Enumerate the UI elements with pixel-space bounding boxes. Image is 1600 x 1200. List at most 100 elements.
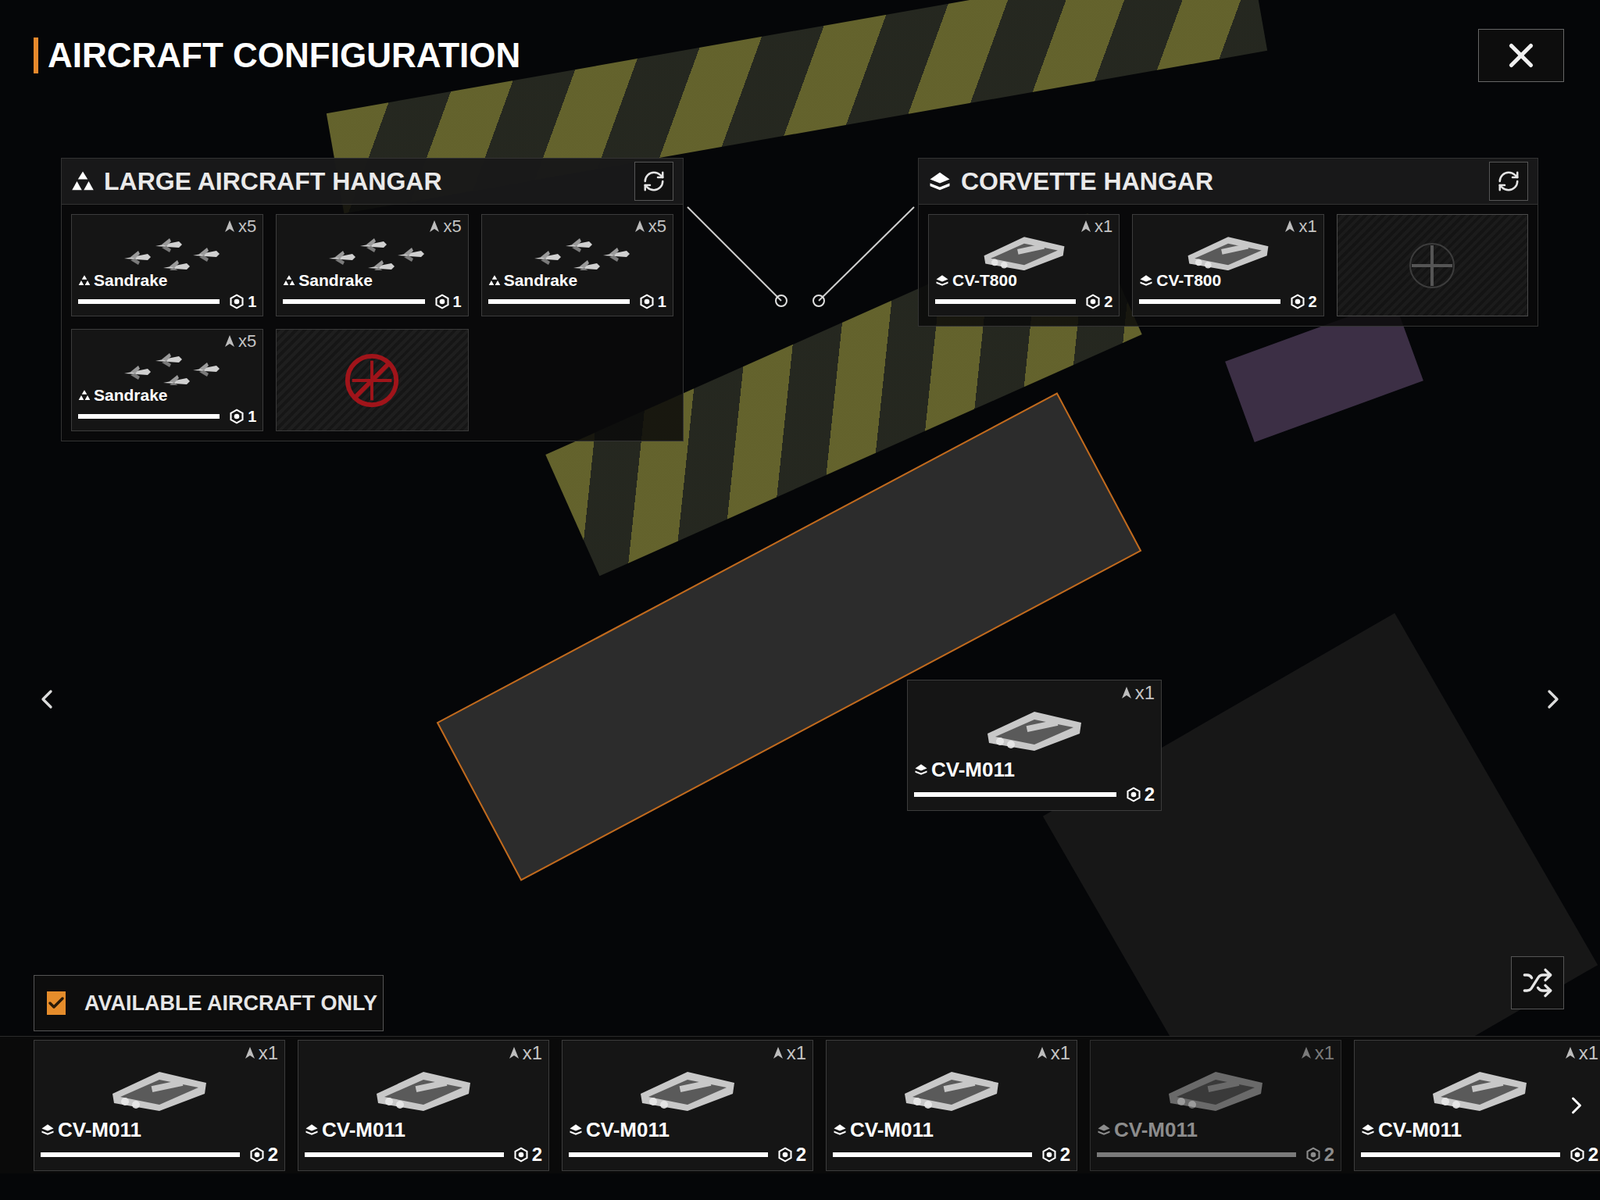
squadron-size: x5 xyxy=(648,217,667,236)
hangar-slot[interactable]: x1CV-T8002 xyxy=(928,214,1120,317)
deploy-cost: 1 xyxy=(247,293,257,310)
cost-icon xyxy=(1085,293,1101,310)
aircraft-name: CV-T800 xyxy=(1156,270,1222,291)
aircraft-configuration-screen: AIRCRAFT CONFIGURATION LARGE AIRCRAFT HAN… xyxy=(0,0,1600,1200)
squadron-size: x1 xyxy=(1578,1043,1599,1063)
refresh-icon xyxy=(642,169,666,193)
corvette-icon xyxy=(935,273,950,288)
shuffle-icon xyxy=(1521,967,1554,999)
aircraft-name: Sandrake xyxy=(93,385,168,406)
deploy-cost: 2 xyxy=(1588,1145,1599,1165)
chevron-left-icon xyxy=(31,682,63,717)
empty-slot[interactable] xyxy=(1336,214,1529,317)
cost-icon xyxy=(777,1146,793,1163)
large-aircraft-icon xyxy=(282,274,296,287)
aircraft-inventory: x1 CV-M011 2 x1 CV-M011 2 x1 CV-M011 2 x1 CV-M011 2… xyxy=(0,1035,1600,1174)
deploy-cost: 1 xyxy=(247,408,257,425)
squadron-size: x5 xyxy=(442,217,461,236)
deploy-cost: 2 xyxy=(532,1145,543,1165)
inventory-card[interactable]: x1 CV-M011 2 xyxy=(561,1039,814,1172)
corvette-icon xyxy=(1139,273,1154,288)
cost-icon xyxy=(1041,1146,1058,1163)
refresh-button[interactable] xyxy=(634,161,674,201)
aircraft-name: CV-T800 xyxy=(952,270,1018,291)
cost-icon xyxy=(513,1146,529,1163)
squadron-size: x1 xyxy=(1298,217,1317,236)
corvette-picture-icon xyxy=(104,1062,215,1118)
inventory-card[interactable]: x1CV-M0112 xyxy=(825,1039,1078,1172)
cost-icon xyxy=(228,408,245,425)
hangar-slot[interactable]: x5Sandrake1 xyxy=(71,214,264,317)
squadron-icon xyxy=(1564,1046,1576,1061)
refresh-button[interactable] xyxy=(1489,161,1529,201)
aircraft-name: CV-M011 xyxy=(1114,1117,1198,1143)
corvette-icon xyxy=(304,1122,319,1137)
aircraft-name: CV-M011 xyxy=(1378,1117,1462,1143)
squadron-icon xyxy=(428,219,440,234)
sandrake-picture-icon xyxy=(108,235,226,271)
deploy-cost: 1 xyxy=(657,293,667,310)
squadron-size: x1 xyxy=(258,1043,279,1063)
large-aircraft-icon xyxy=(71,169,95,193)
inventory-card[interactable]: x1 CV-M011 2 xyxy=(33,1039,286,1172)
filter-checkbox[interactable] xyxy=(46,991,66,1015)
squadron-size: x1 xyxy=(786,1043,807,1063)
large-aircraft-hangar: LARGE AIRCRAFT HANGARx5Sandrake1x5Sandra… xyxy=(60,157,684,442)
corvette-icon xyxy=(568,1122,583,1137)
hangar-slot[interactable]: x5Sandrake1 xyxy=(275,214,468,317)
filter-label: AVAILABLE AIRCRAFT ONLY xyxy=(84,987,378,1020)
deploy-cost: 2 xyxy=(1324,1145,1335,1165)
durability-bar xyxy=(1139,299,1280,304)
squadron-size: x1 xyxy=(522,1043,543,1063)
locked-slot xyxy=(275,328,468,432)
sandrake-picture-icon xyxy=(518,235,636,271)
screen-title: AIRCRAFT CONFIGURATION xyxy=(47,29,521,82)
inventory-card[interactable]: x1CV-M0112 xyxy=(1089,1039,1342,1172)
cost-icon xyxy=(1289,293,1306,310)
hangar-slot[interactable]: x1CV-T8002 xyxy=(1132,214,1324,317)
next-ship-button[interactable] xyxy=(1537,675,1569,723)
squadron-icon xyxy=(224,219,236,234)
check-icon xyxy=(46,993,66,1013)
deploy-cost: 2 xyxy=(267,1145,279,1165)
durability-bar xyxy=(832,1152,1033,1158)
dragged-aircraft-card[interactable]: x1CV-M0112 xyxy=(907,679,1162,811)
inventory-next-button[interactable] xyxy=(1562,1083,1591,1128)
aircraft-name: CV-M011 xyxy=(585,1117,670,1143)
aircraft-name: CV-M011 xyxy=(850,1117,934,1143)
durability-bar xyxy=(914,792,1117,797)
sandrake-picture-icon xyxy=(313,235,431,271)
squadron-icon xyxy=(508,1046,520,1061)
corvette-icon xyxy=(1096,1122,1111,1137)
aircraft-name: Sandrake xyxy=(93,270,168,291)
durability-bar xyxy=(78,299,220,304)
corvette-picture-icon xyxy=(979,702,1090,758)
corvette-picture-icon xyxy=(977,235,1072,271)
available-only-filter[interactable]: AVAILABLE AIRCRAFT ONLY xyxy=(33,975,384,1032)
large-aircraft-icon xyxy=(78,389,91,402)
corvette-icon xyxy=(914,762,929,777)
squadron-icon xyxy=(1036,1046,1048,1061)
deploy-cost: 2 xyxy=(796,1145,807,1165)
squadron-icon xyxy=(1300,1046,1312,1061)
corvette-picture-icon xyxy=(896,1062,1007,1118)
hangar-title: LARGE AIRCRAFT HANGAR xyxy=(103,162,443,200)
inventory-card[interactable]: x1CV-M0112 xyxy=(297,1039,550,1172)
large-aircraft-icon xyxy=(488,274,501,287)
corvette-picture-icon xyxy=(632,1062,743,1118)
hangar-slot[interactable]: x5Sandrake1 xyxy=(71,328,264,432)
aircraft-name: CV-M011 xyxy=(57,1117,142,1143)
corvette-hangar: CORVETTE HANGARx1CV-T8002x1CV-T8002 xyxy=(917,157,1539,327)
hangar-title: CORVETTE HANGAR xyxy=(960,162,1214,200)
corvette-icon xyxy=(1360,1122,1375,1137)
hangar-slot[interactable]: x5Sandrake1 xyxy=(481,214,674,317)
corvette-picture-icon xyxy=(1160,1062,1271,1118)
close-button[interactable] xyxy=(1478,28,1565,83)
previous-ship-button[interactable] xyxy=(31,675,63,723)
cost-icon xyxy=(639,293,655,310)
shuffle-button[interactable] xyxy=(1510,956,1565,1010)
cost-icon xyxy=(249,1146,265,1163)
corvette-picture-icon xyxy=(368,1062,479,1118)
corvette-picture-icon xyxy=(1181,235,1275,271)
sandrake-picture-icon xyxy=(108,350,226,386)
